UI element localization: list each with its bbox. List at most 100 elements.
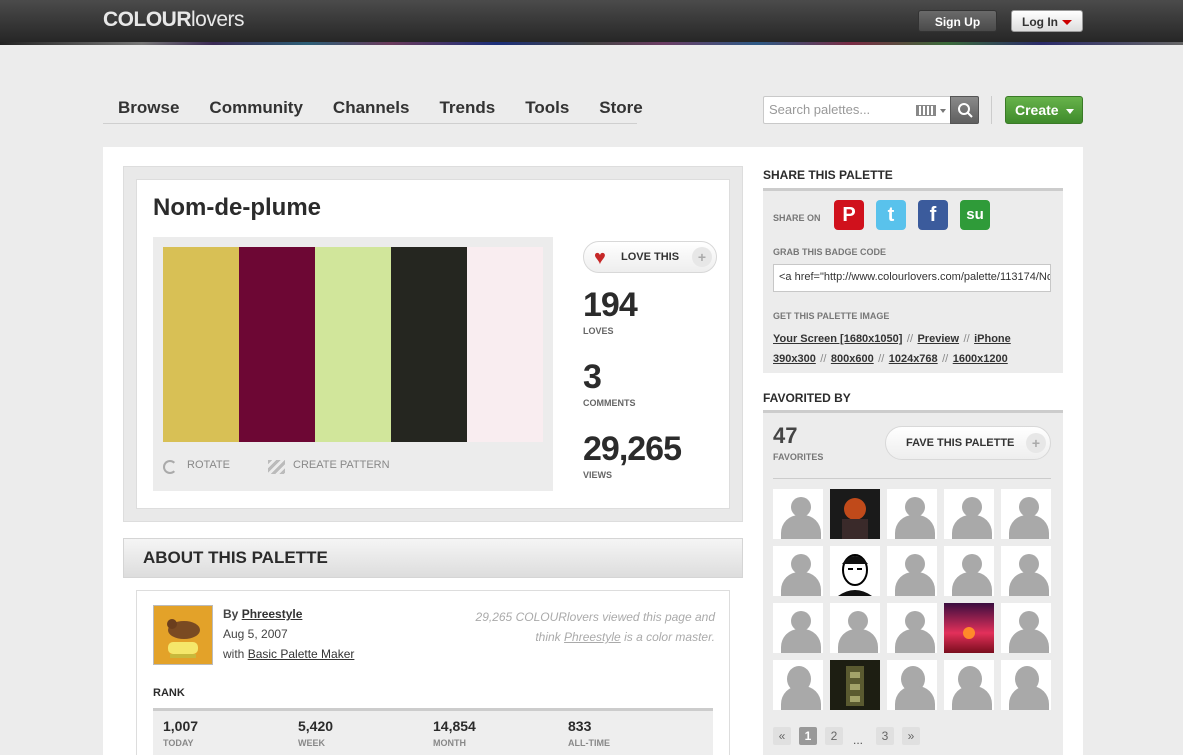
- palette-type-icon[interactable]: [916, 105, 936, 116]
- preview-link[interactable]: Preview: [917, 333, 959, 345]
- facebook-icon[interactable]: f: [918, 200, 948, 230]
- favoriter-avatar[interactable]: [830, 546, 880, 596]
- create-pattern-button[interactable]: CREATE PATTERN: [293, 459, 390, 471]
- color-strip: [0, 42, 1183, 45]
- favoriter-avatar[interactable]: [830, 660, 880, 710]
- stumbleupon-icon[interactable]: su: [960, 200, 990, 230]
- favoriter-avatar[interactable]: [1001, 546, 1051, 596]
- color-swatch[interactable]: [239, 247, 315, 442]
- fave-button[interactable]: FAVE THIS PALETTE +: [885, 426, 1051, 460]
- author-link[interactable]: Phreestyle: [242, 607, 303, 621]
- nav-tools[interactable]: Tools: [525, 96, 569, 123]
- comments-count[interactable]: 3: [583, 358, 602, 397]
- rotate-icon[interactable]: [163, 460, 177, 474]
- palette-date: Aug 5, 2007: [223, 627, 288, 641]
- pagination-next[interactable]: »: [902, 727, 920, 745]
- search-button[interactable]: [950, 96, 979, 124]
- favoriter-avatar[interactable]: [944, 660, 994, 710]
- iphone-link[interactable]: iPhone: [974, 333, 1011, 345]
- nav-store[interactable]: Store: [599, 96, 642, 123]
- favoriter-avatar[interactable]: [944, 603, 994, 653]
- viewed-author-link[interactable]: Phreestyle: [564, 630, 621, 644]
- person-icon: [1019, 554, 1039, 574]
- person-body: [781, 515, 821, 539]
- size-1600x1200-link[interactable]: 1600x1200: [953, 353, 1008, 365]
- person-body: [895, 629, 935, 653]
- person-icon: [962, 497, 982, 517]
- search-icon: [958, 103, 973, 118]
- pagination-page-3[interactable]: 3: [876, 727, 894, 745]
- link-separator: //: [878, 353, 885, 365]
- page-title: Nom-de-plume: [153, 194, 321, 221]
- logo-bold-text: COLOUR: [103, 8, 192, 31]
- favoriter-avatar[interactable]: [887, 660, 937, 710]
- favoriter-avatar[interactable]: [773, 660, 823, 710]
- color-swatch[interactable]: [391, 247, 467, 442]
- nav-trends[interactable]: Trends: [439, 96, 495, 123]
- twitter-icon[interactable]: t: [876, 200, 906, 230]
- create-button[interactable]: Create: [1005, 96, 1083, 124]
- person-body: [952, 515, 992, 539]
- favoriter-avatar[interactable]: [1001, 489, 1051, 539]
- favoriter-avatar[interactable]: [1001, 603, 1051, 653]
- chevron-down-icon: [1066, 109, 1074, 114]
- badge-code-field[interactable]: <a href="http://www.colourlovers.com/pal…: [773, 264, 1051, 292]
- favoriter-avatar[interactable]: [944, 546, 994, 596]
- comments-label: COMMENTS: [583, 398, 636, 408]
- nav-channels[interactable]: Channels: [333, 96, 410, 123]
- favoriter-avatar[interactable]: [887, 546, 937, 596]
- favoriter-avatar[interactable]: [887, 489, 937, 539]
- image-label: GET THIS PALETTE IMAGE: [773, 311, 890, 321]
- sign-up-button[interactable]: Sign Up: [918, 10, 997, 32]
- favoriter-avatar[interactable]: [830, 603, 880, 653]
- size-800x600-link[interactable]: 800x600: [831, 353, 874, 365]
- nav-browse[interactable]: Browse: [118, 96, 179, 123]
- pagination-prev[interactable]: «: [773, 727, 791, 745]
- logo[interactable]: COLOURlovers: [103, 8, 245, 32]
- favoriter-avatar[interactable]: [887, 603, 937, 653]
- viewed-line-pre: think: [535, 630, 561, 644]
- log-in-label: Log In: [1022, 15, 1058, 29]
- your-screen-link[interactable]: Your Screen [1680x1050]: [773, 333, 902, 345]
- favoriter-avatar[interactable]: [773, 489, 823, 539]
- by-prefix: By: [223, 607, 239, 621]
- tool-link[interactable]: Basic Palette Maker: [248, 647, 355, 661]
- log-in-button[interactable]: Log In: [1011, 10, 1083, 32]
- person-icon: [791, 497, 811, 517]
- favoriter-avatar[interactable]: [773, 546, 823, 596]
- person-body: [1009, 572, 1049, 596]
- logo-light-text: lovers: [191, 8, 245, 31]
- pagination-page-1[interactable]: 1: [799, 727, 817, 745]
- color-swatch[interactable]: [467, 247, 543, 442]
- love-button[interactable]: ♥ LOVE THIS +: [583, 241, 717, 273]
- person-icon: [1019, 611, 1039, 631]
- favoriter-avatar[interactable]: [1001, 660, 1051, 710]
- favoriter-avatar[interactable]: [944, 489, 994, 539]
- favorites-label: FAVORITES: [773, 452, 824, 462]
- search-input[interactable]: [769, 102, 909, 117]
- share-on-label: SHARE ON: [773, 213, 821, 223]
- nav-community[interactable]: Community: [209, 96, 303, 123]
- person-body: [895, 572, 935, 596]
- author-avatar[interactable]: [153, 605, 213, 665]
- color-swatch[interactable]: [163, 247, 239, 442]
- with-prefix: with: [223, 647, 245, 661]
- pinterest-icon[interactable]: P: [834, 200, 864, 230]
- heart-icon: ♥: [594, 247, 606, 269]
- person-body: [1009, 629, 1049, 653]
- size-1024x768-link[interactable]: 1024x768: [889, 353, 938, 365]
- rank-month-label: MONTH: [433, 738, 466, 748]
- plus-icon: +: [1026, 433, 1046, 453]
- loves-label: LOVES: [583, 326, 614, 336]
- rotate-button[interactable]: ROTATE: [187, 459, 230, 471]
- pagination-page-2[interactable]: 2: [825, 727, 843, 745]
- person-icon: [905, 497, 925, 517]
- views-count: 29,265: [583, 430, 682, 468]
- size-390x300-link[interactable]: 390x300: [773, 353, 816, 365]
- pattern-icon[interactable]: [268, 460, 285, 474]
- person-body: [781, 572, 821, 596]
- person-icon: [962, 554, 982, 574]
- favoriter-avatar[interactable]: [830, 489, 880, 539]
- color-swatch[interactable]: [315, 247, 391, 442]
- favoriter-avatar[interactable]: [773, 603, 823, 653]
